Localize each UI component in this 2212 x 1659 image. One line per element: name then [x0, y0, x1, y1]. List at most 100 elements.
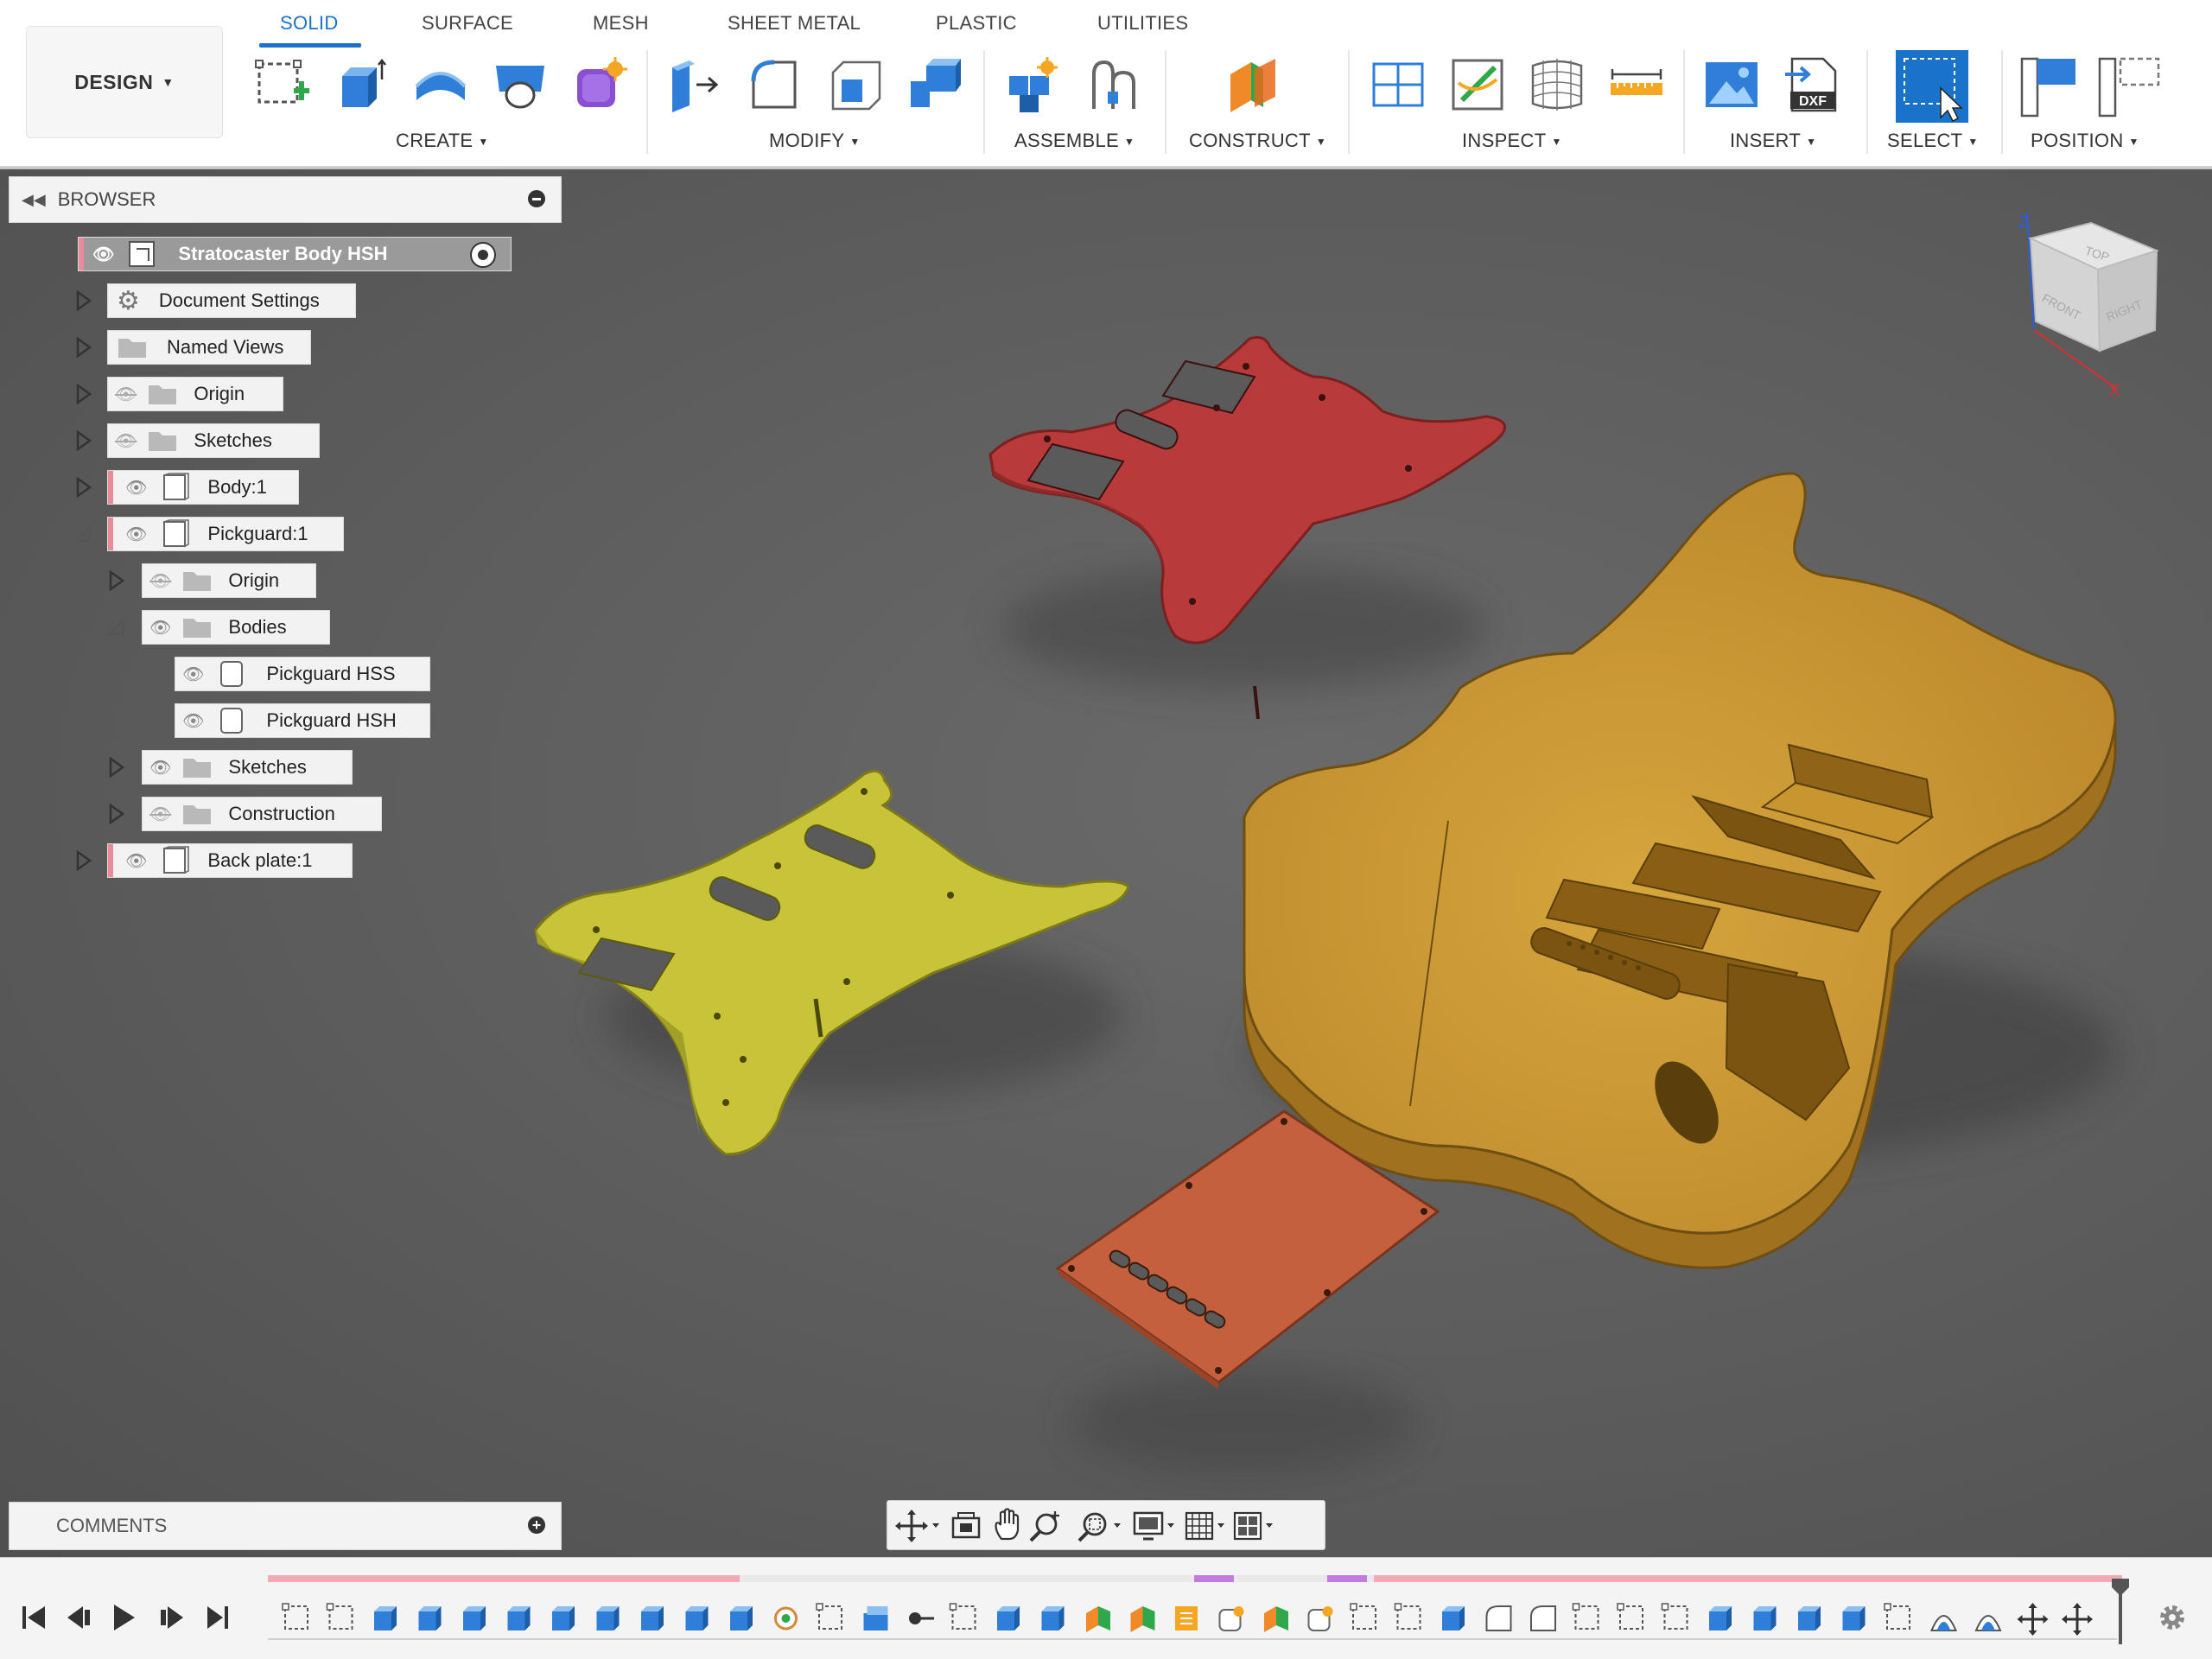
timeline-extrude-feature-icon[interactable] — [1798, 1606, 1821, 1630]
timeline-sketch-feature-icon[interactable] — [1394, 1603, 1421, 1630]
timeline-extrude-feature-icon[interactable] — [374, 1606, 397, 1630]
tree-node-document-settings[interactable]: ⚙ Document Settings — [107, 283, 356, 318]
eye-hidden-icon[interactable]: 👁 — [149, 804, 171, 825]
offset-plane-icon[interactable] — [1225, 57, 1281, 112]
new-component-icon[interactable] — [1006, 57, 1061, 112]
collapsed-triangle-icon[interactable] — [105, 757, 126, 778]
collapse-panel-icon[interactable]: ◀◀ — [22, 191, 46, 209]
eye-icon[interactable]: 👁 — [125, 477, 147, 499]
active-component-radio[interactable] — [470, 242, 496, 268]
insert-dxf-icon[interactable]: DXF — [1783, 57, 1839, 112]
hole-icon[interactable] — [493, 57, 548, 112]
eye-hidden-icon[interactable]: 👁 — [149, 570, 171, 592]
inspect-menu[interactable]: INSPECT ▼ — [1462, 130, 1562, 152]
tree-node-sketches[interactable]: 👁 Sketches — [107, 423, 320, 458]
combine-icon[interactable] — [907, 57, 963, 112]
eye-icon[interactable]: 👁 — [125, 524, 147, 545]
tree-node-origin[interactable]: 👁 Origin — [107, 377, 283, 411]
expanded-triangle-icon[interactable] — [105, 617, 126, 638]
tab-surface[interactable]: SURFACE — [422, 12, 513, 35]
timeline-extrude-feature-icon[interactable] — [507, 1606, 531, 1630]
section-analysis-icon[interactable] — [1370, 57, 1426, 112]
collapsed-triangle-icon[interactable] — [73, 430, 93, 451]
timeline-extrude-feature-icon[interactable] — [1753, 1606, 1777, 1630]
tree-node-body-1[interactable]: 👁 Body:1 — [107, 470, 299, 505]
tree-root-node[interactable]: 👁 Stratocaster Body HSH — [78, 237, 512, 271]
timeline-move-feature-icon[interactable] — [2017, 1603, 2049, 1636]
timeline-fillet-feature-icon[interactable] — [1530, 1605, 1556, 1631]
tab-utilities[interactable]: UTILITIES — [1097, 12, 1188, 35]
timeline-shell-feature-icon[interactable] — [1930, 1615, 1957, 1631]
fillet-icon[interactable] — [748, 57, 804, 112]
timeline-sketch-feature-icon[interactable] — [282, 1603, 308, 1630]
eye-icon[interactable]: 👁 — [149, 757, 171, 779]
timeline-marker[interactable] — [2112, 1579, 2129, 1644]
tab-plastic[interactable]: PLASTIC — [936, 12, 1017, 35]
tree-node-pickguard-hsh[interactable]: 👁 Pickguard HSH — [175, 703, 430, 738]
timeline-extrude-feature-icon[interactable] — [730, 1606, 753, 1630]
collapsed-triangle-icon[interactable] — [73, 337, 93, 358]
expanded-triangle-icon[interactable] — [41, 244, 62, 264]
add-comment-icon[interactable]: + — [528, 1516, 545, 1534]
zoom-icon[interactable] — [1029, 1511, 1059, 1542]
zebra-analysis-icon[interactable] — [1450, 57, 1505, 112]
create-menu[interactable]: CREATE ▼ — [396, 130, 489, 152]
timeline-extrude-feature-icon[interactable] — [641, 1606, 664, 1630]
timeline-sketch-feature-icon[interactable] — [1617, 1603, 1643, 1630]
assemble-menu[interactable]: ASSEMBLE ▼ — [1014, 130, 1135, 152]
timeline-group-bar[interactable] — [1374, 1575, 2122, 1582]
collapsed-triangle-icon[interactable] — [73, 850, 93, 871]
eye-hidden-icon[interactable]: 👁 — [115, 430, 137, 452]
timeline-plane-feature-icon[interactable] — [1130, 1606, 1155, 1632]
grid-icon[interactable] — [1185, 1511, 1224, 1541]
comments-panel[interactable]: COMMENTS + — [9, 1502, 562, 1550]
viewcube[interactable]: Z X TOP FRONT RIGHT — [2018, 212, 2159, 400]
timeline-plane-feature-icon[interactable] — [1086, 1606, 1110, 1632]
eye-icon[interactable]: 👁 — [149, 617, 171, 639]
construct-menu[interactable]: CONSTRUCT ▼ — [1189, 130, 1326, 152]
previous-step-icon[interactable] — [67, 1606, 90, 1629]
timeline-extrude-feature-icon[interactable] — [997, 1606, 1020, 1630]
timeline-combine-feature-icon[interactable] — [863, 1606, 888, 1630]
timeline-group-bar[interactable] — [1327, 1575, 1367, 1582]
timeline-sketch-feature-icon[interactable] — [1661, 1603, 1688, 1630]
timeline-extrude-feature-icon[interactable] — [685, 1606, 709, 1630]
timeline-extrude-feature-icon[interactable] — [1041, 1606, 1065, 1630]
create-sketch-icon[interactable] — [254, 57, 309, 112]
timeline-extrude-feature-icon[interactable] — [552, 1606, 575, 1630]
timeline-extrude-feature-icon[interactable] — [1709, 1606, 1732, 1630]
timeline-form-feature-icon[interactable] — [1218, 1606, 1244, 1631]
timeline-plane-feature-icon[interactable] — [1264, 1606, 1288, 1632]
collapsed-triangle-icon[interactable] — [73, 290, 93, 311]
tree-node-pickguard-origin[interactable]: 👁 Origin — [142, 563, 316, 598]
workspace-menu[interactable]: DESIGN ▼ — [26, 26, 223, 138]
timeline-joint-feature-icon[interactable] — [909, 1612, 934, 1624]
tab-mesh[interactable]: MESH — [593, 12, 649, 35]
collapsed-triangle-icon[interactable] — [105, 804, 126, 824]
collapsed-triangle-icon[interactable] — [105, 570, 126, 591]
revolve-icon[interactable] — [413, 57, 468, 112]
shell-icon[interactable] — [828, 57, 883, 112]
tree-node-construction[interactable]: 👁 Construction — [142, 797, 382, 831]
play-icon[interactable] — [114, 1605, 135, 1630]
timeline-sketch-feature-icon[interactable] — [816, 1603, 842, 1630]
timeline-revolve-feature-icon[interactable] — [774, 1606, 798, 1630]
minimize-panel-icon[interactable] — [528, 190, 545, 207]
extrude-icon[interactable] — [334, 57, 389, 112]
timeline-sketch-feature-icon[interactable] — [1572, 1603, 1599, 1630]
timeline-sketch-feature-icon[interactable] — [1884, 1603, 1910, 1630]
viewports-icon[interactable] — [1233, 1511, 1273, 1541]
collapsed-triangle-icon[interactable] — [73, 384, 93, 404]
tab-sheet-metal[interactable]: SHEET METAL — [728, 12, 861, 35]
next-step-icon[interactable] — [161, 1606, 183, 1629]
orbit-icon[interactable] — [895, 1510, 939, 1542]
pan-icon[interactable] — [995, 1508, 1020, 1541]
timeline-fillet-feature-icon[interactable] — [1485, 1605, 1512, 1631]
capture-position-icon[interactable] — [2018, 55, 2079, 119]
look-at-icon[interactable] — [951, 1512, 981, 1539]
measure-icon[interactable] — [1609, 57, 1664, 112]
timeline-extrude-feature-icon[interactable] — [418, 1606, 442, 1630]
timeline-sketch-feature-icon[interactable] — [326, 1603, 353, 1630]
eye-icon[interactable]: 👁 — [182, 710, 204, 732]
timeline-extrude-feature-icon[interactable] — [1442, 1606, 1465, 1630]
